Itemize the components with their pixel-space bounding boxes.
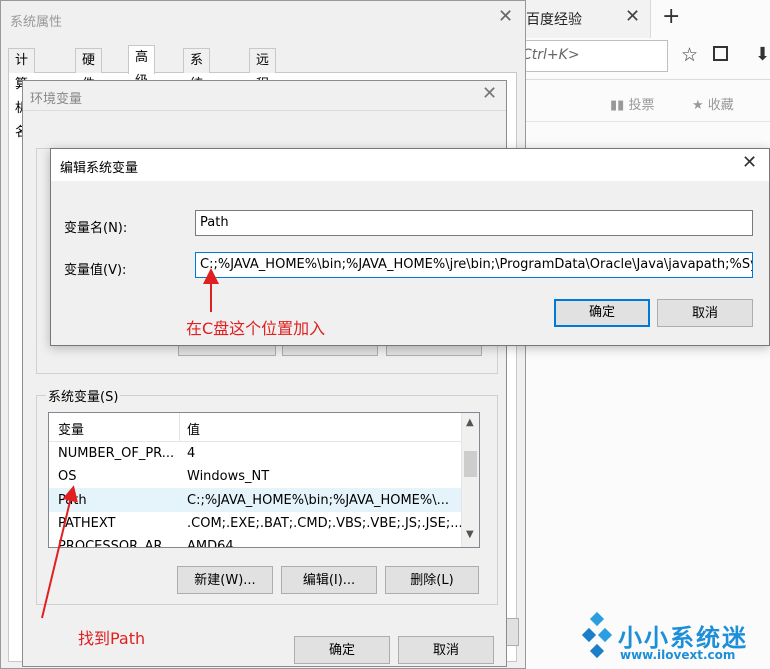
edit-cancel-button[interactable]: 取消: [657, 299, 753, 327]
extension-icon[interactable]: ⬇: [755, 44, 770, 65]
column-divider: [179, 413, 180, 441]
vote-label: 投票: [628, 98, 655, 113]
list-header: 变量 值: [49, 413, 461, 442]
annotation-add-here: 在C盘这个位置加入: [186, 319, 326, 338]
row-variable-name: NUMBER_OF_PR...: [58, 446, 175, 461]
row-variable-value: 4: [187, 446, 196, 461]
reading-view-icon[interactable]: [713, 46, 728, 61]
browser-tab-title: 百度经验: [526, 12, 582, 28]
row-variable-name: Path: [58, 493, 87, 508]
edit-ok-button[interactable]: 确定: [554, 299, 650, 327]
watermark-logo-icon: [582, 612, 613, 659]
address-bar-hint: Ctrl+K>: [522, 47, 580, 63]
env-ok-button[interactable]: 确定: [294, 636, 390, 664]
row-variable-value: AMD64: [187, 539, 234, 548]
scroll-down-icon[interactable]: ▼: [466, 529, 474, 540]
content-divider: [520, 121, 770, 122]
favorite-star-icon: ★: [692, 98, 708, 113]
toolbar-divider: [520, 79, 770, 80]
tab-hardware[interactable]: 硬件: [75, 48, 103, 92]
close-icon[interactable]: ✕: [482, 83, 497, 104]
close-icon[interactable]: ✕: [498, 6, 513, 27]
row-variable-name: PATHEXT: [58, 516, 116, 531]
favorite-label: 收藏: [707, 98, 734, 113]
environment-variables-title: 环境变量: [30, 92, 83, 107]
variable-name-input[interactable]: Path: [195, 210, 753, 236]
tab-remote[interactable]: 远程: [249, 48, 277, 92]
vote-icon: ▮▮: [610, 98, 629, 113]
column-header-value[interactable]: 值: [187, 419, 200, 438]
annotation-find-path: 找到Path: [78, 629, 146, 648]
edit-dialog-title: 编辑系统变量: [60, 161, 139, 176]
edit-dialog-titlebar: [51, 149, 769, 181]
edit-variable-button[interactable]: 编辑(I)...: [281, 566, 377, 594]
tab-computer-name[interactable]: 计算机名: [8, 48, 36, 140]
row-variable-name: PROCESSOR_AR...: [58, 539, 175, 548]
column-header-variable[interactable]: 变量: [58, 419, 84, 438]
system-properties-title: 系统属性: [10, 15, 63, 30]
row-variable-value: Windows_NT: [187, 469, 270, 484]
vote-button[interactable]: ▮▮ 投票: [610, 94, 654, 113]
row-variable-value: C:;%JAVA_HOME%\bin;%JAVA_HOME%\...: [187, 493, 450, 508]
delete-variable-button[interactable]: 删除(L): [385, 566, 479, 594]
variable-name-label: 变量名(N):: [64, 221, 128, 236]
system-variables-list[interactable]: 变量 值 NUMBER_OF_PR... 4 OS Windows_NT Pat…: [48, 412, 480, 548]
sysprop-partial-button[interactable]: [505, 618, 519, 646]
favorite-button[interactable]: ★ 收藏: [692, 94, 734, 113]
vertical-scrollbar[interactable]: ▲ ▼: [461, 413, 479, 547]
row-variable-value: .COM;.EXE;.BAT;.CMD;.VBS;.VBE;.JS;.JSE;.…: [187, 516, 463, 531]
watermark-url: www.ilovext.com: [620, 648, 736, 662]
tab-advanced[interactable]: 高级: [128, 45, 156, 89]
title-divider: [23, 110, 506, 111]
env-cancel-button[interactable]: 取消: [398, 636, 494, 664]
plus-icon[interactable]: +: [662, 4, 680, 29]
scroll-thumb[interactable]: [464, 451, 477, 477]
scroll-up-icon[interactable]: ▲: [466, 417, 474, 428]
tab-system-protection[interactable]: 系统保护: [183, 48, 211, 140]
system-variables-label: 系统变量(S): [46, 386, 121, 405]
star-icon[interactable]: ☆: [681, 44, 698, 66]
variable-value-input[interactable]: C:;%JAVA_HOME%\bin;%JAVA_HOME%\jre\bin;\…: [195, 252, 753, 278]
close-icon[interactable]: ✕: [625, 6, 640, 27]
row-variable-name: OS: [58, 469, 77, 484]
new-variable-button[interactable]: 新建(W)...: [177, 566, 273, 594]
close-icon[interactable]: ✕: [742, 152, 757, 173]
variable-value-label: 变量值(V):: [64, 263, 127, 278]
